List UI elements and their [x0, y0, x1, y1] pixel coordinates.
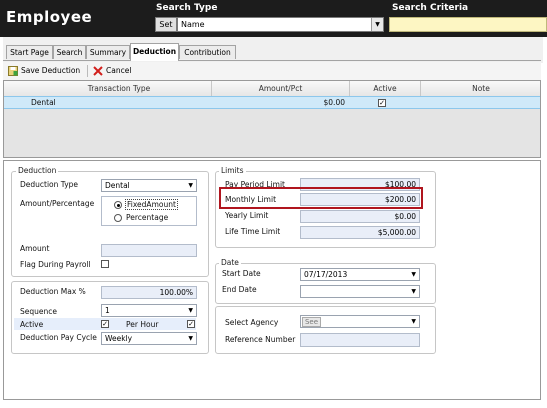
cancel-button[interactable]: Cancel: [93, 64, 131, 78]
search-type-label: Search Type: [156, 3, 218, 13]
column-header-amount[interactable]: Amount/Pct: [212, 84, 349, 93]
fixed-amount-label: FixedAmount: [125, 199, 178, 210]
flag-during-payroll-checkbox[interactable]: [101, 260, 109, 268]
row-active-checkbox[interactable]: ✓: [378, 99, 386, 107]
search-type-select[interactable]: Name ▼: [177, 17, 384, 32]
pay-cycle-label: Deduction Pay Cycle: [20, 333, 97, 342]
deduction-legend: Deduction: [16, 166, 59, 175]
cancel-label: Cancel: [106, 66, 132, 75]
page-title: Employee: [6, 8, 93, 26]
deduction-type-value: Dental: [105, 181, 130, 190]
toolbar: [3, 62, 541, 81]
start-date-picker[interactable]: 07/17/2013 ▼: [300, 268, 420, 281]
limits-legend: Limits: [219, 166, 246, 175]
set-button[interactable]: Set: [155, 17, 177, 32]
percentage-radio[interactable]: [114, 214, 122, 222]
lifetime-limit-label: Life Time Limit: [225, 227, 281, 236]
amount-percentage-label: Amount/Percentage: [20, 199, 95, 208]
deduction-type-label: Deduction Type: [20, 180, 79, 189]
deduction-max-label: Deduction Max %: [20, 287, 86, 296]
save-icon: [8, 66, 18, 76]
close-icon: [93, 66, 103, 76]
see-button[interactable]: See: [302, 317, 321, 327]
active-label: Active: [20, 320, 44, 329]
search-criteria-input[interactable]: [389, 17, 547, 32]
grid-empty-area: [3, 109, 541, 158]
save-deduction-label: Save Deduction: [21, 66, 81, 75]
lifetime-limit-input[interactable]: $5,000.00: [300, 226, 420, 239]
start-date-label: Start Date: [222, 269, 261, 278]
sequence-label: Sequence: [20, 307, 57, 316]
tab-divider: [3, 60, 541, 61]
chevron-down-icon: ▼: [188, 182, 193, 189]
monthly-limit-highlight: [219, 187, 423, 209]
row-transaction-type: Dental: [31, 98, 56, 107]
per-hour-checkbox[interactable]: ✓: [187, 320, 195, 328]
date-legend: Date: [219, 258, 241, 267]
tab-start-page[interactable]: Start Page: [6, 45, 53, 59]
tab-deduction[interactable]: Deduction: [130, 43, 179, 61]
flag-during-payroll-label: Flag During Payroll: [20, 260, 91, 269]
tab-search[interactable]: Search: [53, 45, 86, 59]
tab-summary[interactable]: Summary: [86, 45, 130, 59]
save-deduction-button[interactable]: Save Deduction: [8, 64, 80, 78]
pay-cycle-value: Weekly: [105, 334, 133, 343]
end-date-picker[interactable]: ▼: [300, 285, 420, 298]
per-hour-label: Per Hour: [126, 320, 159, 329]
row-amount: $0.00: [323, 98, 345, 107]
pay-cycle-select[interactable]: Weekly ▼: [101, 332, 197, 345]
deduction-max-input[interactable]: 100.00%: [101, 286, 197, 299]
reference-number-input[interactable]: [300, 333, 420, 347]
start-date-value: 07/17/2013: [304, 270, 348, 279]
amount-label: Amount: [20, 244, 50, 253]
active-checkbox[interactable]: ✓: [101, 320, 109, 328]
table-row[interactable]: [3, 96, 541, 109]
search-criteria-label: Search Criteria: [392, 3, 469, 13]
fixed-amount-radio[interactable]: [114, 201, 122, 209]
sequence-select[interactable]: 1 ▼: [101, 304, 197, 317]
sequence-value: 1: [105, 306, 110, 315]
column-header-transaction-type[interactable]: Transaction Type: [27, 84, 211, 93]
reference-number-label: Reference Number: [225, 335, 296, 344]
column-header-note[interactable]: Note: [421, 84, 541, 93]
tab-contribution[interactable]: Contribution: [179, 45, 236, 59]
percentage-label: Percentage: [126, 213, 169, 222]
end-date-label: End Date: [222, 285, 257, 294]
chevron-down-icon: ▼: [411, 318, 416, 325]
yearly-limit-label: Yearly Limit: [225, 211, 269, 220]
search-type-value: Name: [181, 20, 205, 29]
select-agency-label: Select Agency: [225, 318, 279, 327]
chevron-down-icon: ▼: [188, 335, 193, 342]
column-header-active[interactable]: Active: [350, 84, 420, 93]
toolbar-divider: [87, 65, 88, 77]
yearly-limit-input[interactable]: $0.00: [300, 210, 420, 223]
chevron-down-icon: ▼: [411, 288, 416, 295]
chevron-down-icon: ▼: [188, 307, 193, 314]
deduction-type-select[interactable]: Dental ▼: [101, 179, 197, 192]
chevron-down-icon: ▼: [371, 18, 383, 31]
chevron-down-icon: ▼: [411, 271, 416, 278]
amount-input[interactable]: [101, 244, 197, 257]
